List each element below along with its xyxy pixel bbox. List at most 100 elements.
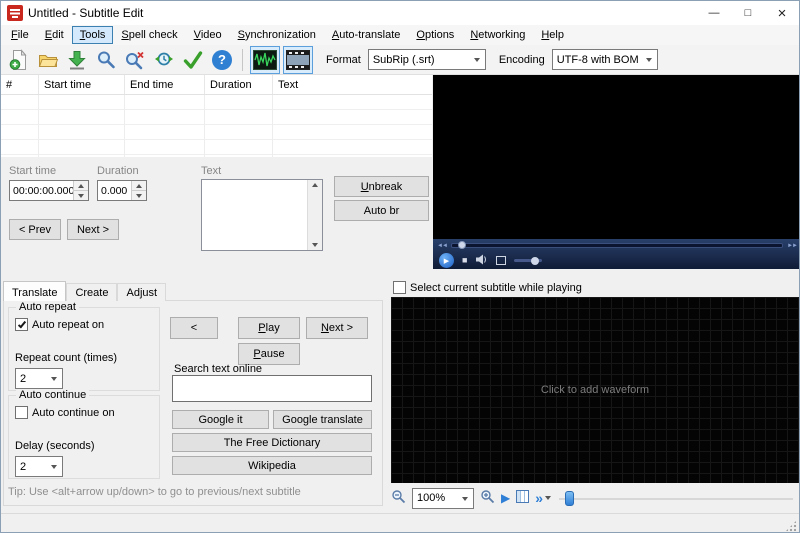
new-file-button[interactable] — [6, 47, 32, 73]
replace-button[interactable] — [122, 47, 148, 73]
waveform-area[interactable]: Click to add waveform — [391, 297, 799, 483]
repeat-count-select[interactable]: 2 — [15, 368, 63, 389]
tab-translate[interactable]: Translate — [3, 281, 67, 301]
find-button[interactable] — [93, 47, 119, 73]
free-dictionary-button[interactable]: The Free Dictionary — [172, 433, 372, 452]
column-header-duration[interactable]: Duration — [205, 75, 273, 94]
column-header-number[interactable]: # — [1, 75, 39, 94]
auto-continue-group: Auto continue Auto continue on Delay (se… — [8, 389, 160, 479]
subtitle-row[interactable] — [1, 140, 432, 155]
encoding-select[interactable]: UTF-8 with BOM — [551, 49, 658, 70]
seek-thumb[interactable] — [457, 241, 466, 249]
scroll-down-icon[interactable] — [312, 243, 318, 247]
filmstrip-icon — [286, 49, 310, 70]
video-toggle-button[interactable] — [283, 45, 313, 74]
unbreak-button[interactable]: Unbreak — [334, 176, 429, 197]
menu-edit[interactable]: Edit — [37, 26, 72, 44]
seek-bar[interactable] — [450, 241, 784, 249]
wikipedia-button[interactable]: Wikipedia — [172, 456, 372, 475]
fullscreen-icon[interactable] — [496, 256, 507, 265]
playback-speed-button[interactable]: » — [535, 491, 552, 505]
format-select[interactable]: SubRip (.srt) — [367, 49, 486, 70]
text-scrollbar[interactable] — [307, 180, 322, 250]
auto-continue-checkbox[interactable]: Auto continue on — [15, 406, 115, 419]
prev-subtitle-button[interactable]: < Prev — [9, 219, 61, 240]
bottom-left-panel: Translate Create Adjust Auto repeat Auto… — [1, 277, 387, 513]
video-player-controls: ◄◄ ►► ▶ ■ — [433, 239, 799, 269]
waveform-panel: Select current subtitle while playing Cl… — [387, 277, 799, 513]
menu-networking[interactable]: Networking — [462, 26, 533, 44]
select-current-subtitle-checkbox[interactable]: Select current subtitle while playing — [393, 281, 582, 294]
subtitle-list-body[interactable] — [1, 95, 432, 157]
spinner-up-icon[interactable] — [74, 181, 88, 190]
visual-sync-button[interactable] — [151, 47, 177, 73]
save-button[interactable] — [64, 47, 90, 73]
tab-adjust[interactable]: Adjust — [117, 283, 167, 301]
open-file-button[interactable] — [35, 47, 61, 73]
video-player[interactable]: ◄◄ ►► ▶ ■ — [433, 75, 799, 269]
menu-tools[interactable]: Tools — [71, 26, 114, 44]
menu-spell-check[interactable]: Spell check — [113, 26, 185, 44]
search-input[interactable] — [172, 375, 372, 402]
column-header-text[interactable]: Text — [273, 75, 432, 94]
start-time-label: Start time — [9, 165, 57, 177]
search-icon — [98, 51, 115, 68]
column-header-end-time[interactable]: End time — [125, 75, 205, 94]
spinner-up-icon[interactable] — [132, 181, 146, 190]
subtitle-row[interactable] — [1, 125, 432, 140]
start-time-spinner[interactable]: 00:00:00.000 — [9, 180, 89, 201]
minimize-button[interactable]: — — [697, 1, 731, 25]
subtitle-row[interactable] — [1, 110, 432, 125]
seek-back-button[interactable]: < — [170, 317, 218, 339]
tab-create[interactable]: Create — [66, 283, 118, 301]
pause-button[interactable]: Pause — [238, 343, 300, 365]
menu-video[interactable]: Video — [186, 26, 230, 44]
play-button-tab[interactable]: Play — [238, 317, 300, 339]
waveform-toggle-button[interactable] — [250, 45, 280, 74]
spinner-down-icon[interactable] — [74, 190, 88, 200]
waveform-play-button[interactable]: ▶ — [501, 492, 510, 504]
subtitle-row[interactable] — [1, 95, 432, 110]
zoom-select[interactable]: 100% — [412, 487, 474, 509]
slider-thumb[interactable] — [565, 490, 575, 506]
play-button[interactable]: ▶ — [439, 253, 454, 268]
zoom-in-button[interactable] — [480, 489, 495, 507]
scroll-up-icon[interactable] — [312, 183, 318, 187]
spectrogram-button[interactable] — [516, 490, 530, 506]
stop-button[interactable]: ■ — [462, 256, 467, 265]
seek-forward-icon[interactable]: ►► — [787, 243, 798, 249]
maximize-button[interactable]: □ — [731, 1, 765, 25]
menu-file[interactable]: File — [3, 26, 37, 44]
google-it-button[interactable]: Google it — [172, 410, 269, 429]
waveform-position-slider[interactable] — [559, 490, 799, 507]
next-button-tab[interactable]: Next > — [306, 317, 368, 339]
menu-help[interactable]: Help — [533, 26, 572, 44]
columns-icon — [516, 490, 530, 503]
zoom-out-button[interactable] — [391, 489, 406, 507]
help-button[interactable]: ? — [209, 47, 235, 73]
column-header-start-time[interactable]: Start time — [39, 75, 125, 94]
menu-bar: File Edit Tools Spell check Video Synchr… — [1, 25, 799, 45]
resize-grip[interactable] — [785, 520, 797, 532]
auto-break-button[interactable]: Auto br — [334, 200, 429, 221]
volume-slider[interactable] — [514, 256, 543, 265]
edit-panel: Start time Duration 00:00:00.000 0.000 T… — [1, 157, 432, 269]
duration-spinner[interactable]: 0.000 — [97, 180, 147, 201]
delay-select[interactable]: 2 — [15, 456, 63, 477]
next-subtitle-button[interactable]: Next > — [67, 219, 119, 240]
volume-thumb[interactable] — [531, 256, 540, 265]
horizontal-splitter[interactable] — [1, 269, 799, 277]
auto-repeat-checkbox[interactable]: Auto repeat on — [15, 318, 104, 331]
spell-check-button[interactable] — [180, 47, 206, 73]
volume-icon[interactable] — [475, 254, 488, 268]
subtitle-text-area[interactable] — [201, 179, 323, 251]
close-button[interactable]: × — [765, 1, 799, 25]
google-translate-button[interactable]: Google translate — [273, 410, 372, 429]
menu-options[interactable]: Options — [408, 26, 462, 44]
subtitle-list-header: # Start time End time Duration Text — [1, 75, 432, 95]
spinner-down-icon[interactable] — [132, 190, 146, 200]
menu-synchronization[interactable]: Synchronization — [230, 26, 324, 44]
menu-auto-translate[interactable]: Auto-translate — [324, 26, 409, 44]
chevron-down-icon — [51, 465, 57, 469]
seek-back-icon[interactable]: ◄◄ — [437, 243, 448, 249]
